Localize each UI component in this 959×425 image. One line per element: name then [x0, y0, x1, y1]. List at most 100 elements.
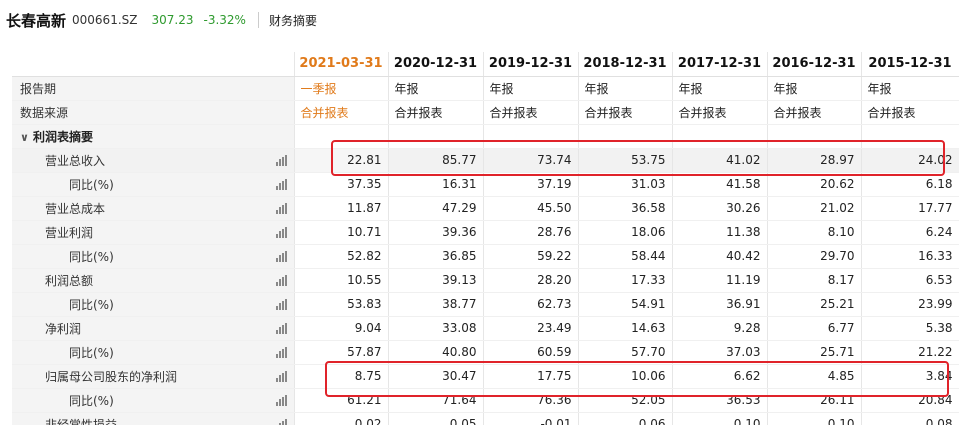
table-cell: 53.83 — [294, 292, 389, 317]
table-row[interactable]: 归属母公司股东的净利润 8.75 30.47 17.75 10.06 6.62 4.85 3.… — [12, 364, 959, 389]
table-cell: 18.06 — [578, 220, 673, 245]
table-cell — [294, 124, 389, 149]
row-label-text: 净利润 — [45, 321, 82, 336]
table-cell: 62.73 — [483, 292, 579, 317]
bar-chart-icon[interactable] — [275, 226, 287, 238]
stock-header: 长春高新 000661.SZ 307.23 -3.32% 财务摘要 — [0, 0, 959, 40]
table-cell: 0.10 — [767, 412, 862, 425]
table-cell: 58.44 — [578, 244, 673, 269]
table-cell: 8.75 — [294, 364, 389, 389]
row-label-text: 营业总成本 — [45, 201, 106, 216]
table-cell: 36.58 — [578, 196, 673, 221]
table-row[interactable]: 净利润 9.04 33.08 23.49 14.63 9.28 6.77 5.38 — [12, 316, 959, 341]
column-header-date[interactable]: 2016-12-31 — [767, 52, 862, 77]
bar-chart-icon[interactable] — [275, 154, 287, 166]
table-row[interactable]: 非经常性损益 0.02 0.05 -0.01 0.06 0.10 0.10 0.08 — [12, 412, 959, 425]
table-cell: 22.81 — [294, 148, 389, 173]
row-label: 同比(%) — [12, 340, 295, 365]
bar-chart-icon[interactable] — [275, 394, 287, 406]
table-cell: 45.50 — [483, 196, 579, 221]
table-row[interactable]: 利润总额 10.55 39.13 28.20 17.33 11.19 8.17 6.53 — [12, 268, 959, 293]
table-cell: 8.10 — [767, 220, 862, 245]
table-row[interactable]: ∨ 利润表摘要 — [12, 124, 959, 149]
row-label: 营业总成本 — [12, 196, 295, 221]
chevron-down-icon[interactable]: ∨ — [20, 131, 29, 144]
table-cell: 年报 — [861, 76, 959, 101]
table-cell: 25.21 — [767, 292, 862, 317]
table-row[interactable]: 报告期 一季报 年报 年报 年报 年报 年报 年报 — [12, 76, 959, 101]
table-cell: 28.20 — [483, 268, 579, 293]
table-cell: 合并报表 — [861, 100, 959, 125]
table-cell — [388, 124, 484, 149]
table-cell — [767, 124, 862, 149]
table-cell: 54.91 — [578, 292, 673, 317]
table-cell: 24.02 — [861, 148, 959, 173]
table-body: 报告期 一季报 年报 年报 年报 年报 年报 年报 数据来源 合并报表 合并报表 合并报表 合并报表 合并… — [12, 76, 959, 425]
table-cell: 4.85 — [767, 364, 862, 389]
table-row[interactable]: 同比(%) 53.83 38.77 62.73 54.91 36.91 25.21 23.99 — [12, 292, 959, 317]
table-row[interactable]: 同比(%) 61.21 71.64 76.36 52.05 36.53 26.11 20.84 — [12, 388, 959, 413]
table-cell: 38.77 — [388, 292, 484, 317]
table-cell: 33.08 — [388, 316, 484, 341]
table-cell: 合并报表 — [294, 100, 389, 125]
table-cell: 76.36 — [483, 388, 579, 413]
table-cell: 41.02 — [672, 148, 768, 173]
table-cell: 57.87 — [294, 340, 389, 365]
table-row[interactable]: 同比(%) 52.82 36.85 59.22 58.44 40.42 29.70 16.33 — [12, 244, 959, 269]
table-cell — [483, 124, 579, 149]
table-cell: 16.31 — [388, 172, 484, 197]
bar-chart-icon[interactable] — [275, 178, 287, 190]
column-header-date[interactable]: 2021-03-31 — [294, 52, 389, 77]
table-cell: 6.18 — [861, 172, 959, 197]
table-cell: 年报 — [672, 76, 768, 101]
table-cell: 10.71 — [294, 220, 389, 245]
table-row[interactable]: 数据来源 合并报表 合并报表 合并报表 合并报表 合并报表 合并报表 合并报表 — [12, 100, 959, 125]
table-row[interactable]: 营业利润 10.71 39.36 28.76 18.06 11.38 8.10 6.24 — [12, 220, 959, 245]
row-label: 数据来源 — [12, 100, 295, 125]
row-label: 营业总收入 — [12, 148, 295, 173]
bar-chart-icon[interactable] — [275, 298, 287, 310]
bar-chart-icon[interactable] — [275, 322, 287, 334]
column-header-date[interactable]: 2017-12-31 — [672, 52, 768, 77]
bar-chart-icon[interactable] — [276, 418, 287, 425]
stock-name: 长春高新 — [6, 11, 67, 30]
row-label-text: 同比(%) — [69, 177, 114, 192]
bar-chart-icon[interactable] — [275, 274, 287, 286]
table-cell: 28.97 — [767, 148, 862, 173]
table-cell — [672, 124, 768, 149]
row-label: 归属母公司股东的净利润 — [12, 364, 295, 389]
row-label-text: 同比(%) — [69, 249, 114, 264]
table-cell: 5.38 — [861, 316, 959, 341]
financial-summary-table-wrap: 2021-03-31 2020-12-31 2019-12-31 2018-12… — [12, 52, 959, 425]
table-cell: 37.19 — [483, 172, 579, 197]
bar-chart-icon[interactable] — [275, 202, 287, 214]
table-row[interactable]: 营业总收入 22.81 85.77 73.74 53.75 41.02 28.97 24.02 — [12, 148, 959, 173]
column-header-date[interactable]: 2019-12-31 — [483, 52, 579, 77]
bar-chart-icon[interactable] — [275, 250, 287, 262]
row-label: 同比(%) — [12, 388, 295, 413]
table-row[interactable]: 营业总成本 11.87 47.29 45.50 36.58 30.26 21.02 17.77 — [12, 196, 959, 221]
table-cell: 11.19 — [672, 268, 768, 293]
table-cell: 37.35 — [294, 172, 389, 197]
header-row: 2021-03-31 2020-12-31 2019-12-31 2018-12… — [12, 52, 959, 77]
row-label-text: 利润总额 — [45, 273, 94, 288]
table-row[interactable]: 同比(%) 37.35 16.31 37.19 31.03 41.58 20.62 6.18 — [12, 172, 959, 197]
table-cell: 30.47 — [388, 364, 484, 389]
table-cell: -0.01 — [483, 412, 579, 425]
table-cell: 17.75 — [483, 364, 579, 389]
table-cell: 23.49 — [483, 316, 579, 341]
column-header-date[interactable]: 2020-12-31 — [388, 52, 484, 77]
table-row[interactable]: 同比(%) 57.87 40.80 60.59 57.70 37.03 25.71 21.22 — [12, 340, 959, 365]
table-cell: 30.26 — [672, 196, 768, 221]
stock-change: -3.32% — [203, 13, 246, 27]
row-label: 营业利润 — [12, 220, 295, 245]
table-cell: 11.87 — [294, 196, 389, 221]
row-label: 同比(%) — [12, 292, 295, 317]
column-header-date[interactable]: 2018-12-31 — [578, 52, 673, 77]
row-label-text: 同比(%) — [69, 393, 114, 408]
section-title[interactable]: 财务摘要 — [269, 12, 317, 29]
bar-chart-icon[interactable] — [275, 346, 287, 358]
table-cell: 17.33 — [578, 268, 673, 293]
bar-chart-icon[interactable] — [275, 370, 287, 382]
column-header-date[interactable]: 2015-12-31 — [861, 52, 959, 77]
